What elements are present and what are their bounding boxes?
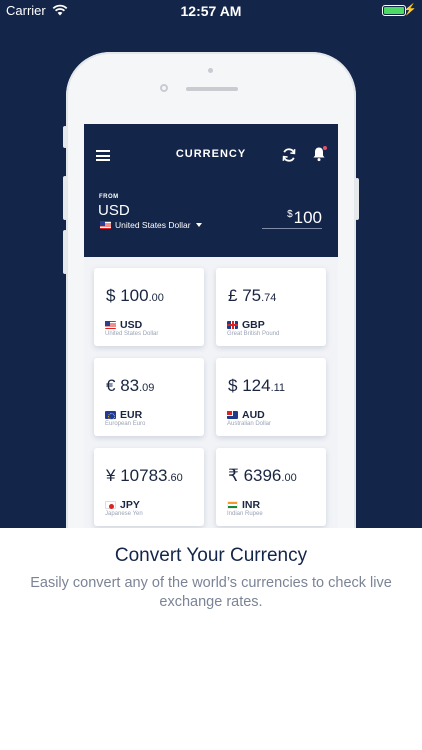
- caption-text: Easily convert any of the world’s curren…: [30, 575, 392, 610]
- currency-code: AUD: [242, 409, 265, 421]
- currency-card-eur[interactable]: € 83.09 EUR European Euro: [94, 358, 204, 436]
- volume-up-button: [63, 176, 67, 220]
- amount-symbol: $: [287, 209, 293, 220]
- hero-background: Carrier 12:57 AM ⚡ CURRENCY FROM USD Uni…: [0, 0, 422, 528]
- currency-name: Indian Rupee: [227, 511, 263, 517]
- converted-value: £ 75.74: [228, 286, 277, 305]
- app-screen: CURRENCY FROM USD United States Dollar $…: [84, 124, 338, 528]
- currency-name: European Euro: [105, 421, 146, 427]
- in-flag-icon: [227, 501, 238, 509]
- from-label: FROM: [99, 194, 119, 200]
- uk-flag-icon: [227, 321, 238, 329]
- from-currency-selector[interactable]: United States Dollar: [100, 220, 202, 230]
- currency-code: EUR: [120, 409, 143, 421]
- converted-value: ¥ 10783.60: [106, 466, 183, 485]
- from-currency-code[interactable]: USD: [98, 202, 130, 219]
- currency-code: INR: [242, 499, 261, 511]
- converted-value: € 83.09: [106, 376, 155, 395]
- refresh-icon[interactable]: [281, 147, 297, 163]
- jp-flag-icon: [105, 501, 116, 509]
- sensor-dot: [208, 68, 213, 73]
- volume-down-button: [63, 230, 67, 274]
- currency-name: Australian Dollar: [227, 421, 272, 427]
- amount-input[interactable]: $100: [262, 208, 322, 228]
- currency-code: JPY: [120, 499, 140, 511]
- converted-value: ₹ 6396.00: [228, 466, 297, 485]
- currency-code: GBP: [242, 319, 265, 331]
- us-flag-icon: [105, 321, 116, 329]
- power-button: [355, 178, 359, 220]
- status-bar: Carrier 12:57 AM ⚡: [0, 0, 422, 22]
- currency-card-usd[interactable]: $ 100.00 USD United States Dollar: [94, 268, 204, 346]
- amount-underline: [262, 228, 322, 229]
- us-flag-icon: [100, 221, 111, 229]
- currency-card-inr[interactable]: ₹ 6396.00 INR Indian Rupee: [216, 448, 326, 526]
- amount-value: 100: [293, 208, 322, 227]
- currency-name: Great British Pound: [227, 331, 280, 337]
- caption-title: Convert Your Currency: [114, 545, 308, 566]
- front-camera: [160, 84, 168, 92]
- converted-value: $ 124.11: [228, 376, 286, 395]
- currency-name: Japanese Yen: [105, 511, 143, 517]
- charging-icon: ⚡: [403, 4, 417, 16]
- from-currency-name: United States Dollar: [115, 220, 191, 230]
- currency-code: USD: [120, 319, 143, 331]
- converted-value: $ 100.00: [106, 286, 164, 305]
- currency-card-jpy[interactable]: ¥ 10783.60 JPY Japanese Yen: [94, 448, 204, 526]
- earpiece-speaker: [186, 87, 238, 91]
- clock: 12:57 AM: [180, 3, 242, 19]
- notification-badge: [323, 146, 327, 150]
- currency-card-gbp[interactable]: £ 75.74 GBP Great British Pound: [216, 268, 326, 346]
- phone-mockup: CURRENCY FROM USD United States Dollar $…: [63, 52, 359, 528]
- app-title: CURRENCY: [175, 148, 247, 160]
- currency-card-aud[interactable]: $ 124.11 AUD Australian Dollar: [216, 358, 326, 436]
- currency-name: United States Dollar: [105, 331, 159, 337]
- mute-switch: [63, 126, 67, 148]
- eu-flag-icon: [105, 411, 116, 420]
- chevron-down-icon[interactable]: [195, 223, 202, 227]
- app-header: CURRENCY FROM USD United States Dollar $…: [84, 124, 338, 257]
- au-flag-icon: [227, 411, 238, 419]
